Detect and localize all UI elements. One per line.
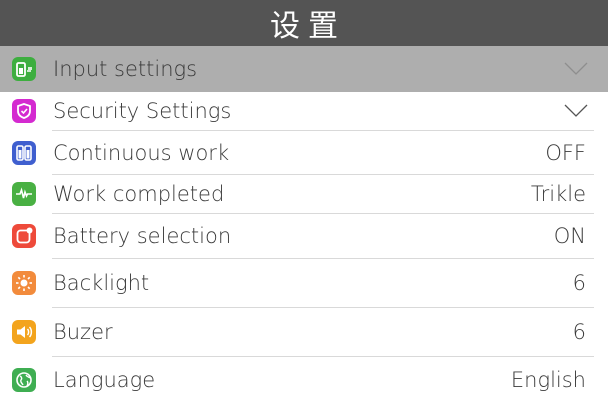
menu-item-value: 6 <box>572 320 586 344</box>
menu-item-value: ON <box>553 224 586 248</box>
menu-item-label: Security Settings <box>53 99 232 123</box>
shield-icon <box>12 99 36 123</box>
menu-item-value: English <box>510 368 586 392</box>
menu-item-label: Battery selection <box>53 224 232 248</box>
menu-item-continuous-work[interactable]: Continuous work OFF <box>0 131 608 174</box>
sun-icon <box>12 271 36 295</box>
menu-item-security-settings[interactable]: Security Settings <box>0 92 608 130</box>
menu-item-work-completed[interactable]: Work completed Trikle <box>0 175 608 213</box>
menu-item-label: Work completed <box>53 182 225 206</box>
globe-icon <box>12 368 36 392</box>
menu-item-value: Trikle <box>530 182 586 206</box>
menu-item-language[interactable]: Language English <box>0 357 608 403</box>
menu-item-label: Backlight <box>53 271 150 295</box>
menu-item-label: Language <box>53 368 156 392</box>
menu-item-label: Continuous work <box>53 140 230 165</box>
menu-item-input-settings[interactable]: Input settings <box>0 46 608 92</box>
menu-item-backlight[interactable]: Backlight 6 <box>0 259 608 307</box>
battery-pair-icon <box>12 140 36 165</box>
chevron-down-icon[interactable] <box>564 104 588 118</box>
plug-icon <box>12 57 36 81</box>
menu-item-label: Buzer <box>53 320 113 344</box>
speaker-icon <box>12 320 36 344</box>
pulse-icon <box>12 182 36 206</box>
page-title: 设置 <box>270 9 346 44</box>
chevron-down-icon[interactable] <box>564 62 588 76</box>
menu-item-battery-selection[interactable]: Battery selection ON <box>0 214 608 258</box>
menu-item-value: 6 <box>572 271 586 295</box>
menu-item-label: Input settings <box>53 57 198 81</box>
badge-icon <box>12 224 36 248</box>
title-bar: 设置 <box>0 0 608 46</box>
menu-item-value: OFF <box>545 140 586 165</box>
menu-item-buzer[interactable]: Buzer 6 <box>0 308 608 356</box>
settings-screen: 设置 Input settings Security Settings Cont… <box>0 0 608 403</box>
